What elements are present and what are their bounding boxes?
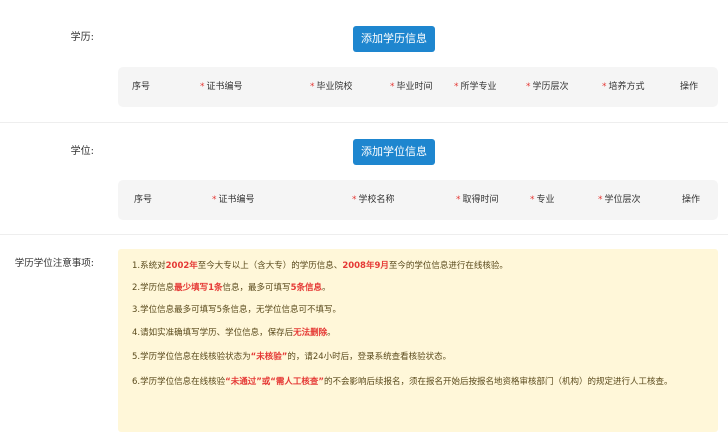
degree-col-obtained-date: * 取得时间 — [456, 195, 499, 205]
add-degree-button[interactable]: 添加学位信息 — [353, 139, 435, 165]
notice-box: 1.系统对2002年至今大专以上（含大专）的学历信息、2008年9月至今的学位信… — [118, 249, 718, 432]
education-label: 学历: — [70, 32, 94, 43]
notice-item-6: 6.学历学位信息在线核验“未通过”或“需人工核查”的不会影响后续报名，须在报名开… — [132, 377, 673, 387]
education-col-index: 序号 — [132, 82, 151, 92]
education-col-actions: 操作 — [680, 82, 699, 92]
degree-col-actions: 操作 — [682, 195, 701, 205]
education-col-training-mode: * 培养方式 — [602, 82, 645, 92]
notice-label: 学历学位注意事项: — [14, 258, 94, 269]
degree-col-school-name: * 学校名称 — [352, 195, 395, 205]
education-col-school: * 毕业院校 — [310, 82, 353, 92]
education-table-header: 序号 * 证书编号 * 毕业院校 * 毕业时间 * 所学专业 * 学历层次 * 培养方式 操… — [118, 67, 718, 107]
education-col-graduation-date: * 毕业时间 — [390, 82, 433, 92]
section-divider-2 — [0, 234, 728, 235]
education-col-level: * 学历层次 — [526, 82, 569, 92]
notice-item-2: 2.学历信息最少填写1条信息，最多可填写5条信息。 — [132, 283, 331, 293]
education-col-major: * 所学专业 — [454, 82, 497, 92]
degree-table-header: 序号 * 证书编号 * 学校名称 * 取得时间 * 专业 * 学位层次 操作 — [118, 180, 718, 220]
section-divider — [0, 122, 728, 123]
degree-col-index: 序号 — [134, 195, 153, 205]
notice-item-3: 3.学位信息最多可填写5条信息，无学位信息可不填写。 — [132, 305, 342, 315]
education-col-certificate-number: * 证书编号 — [200, 82, 243, 92]
notice-item-1: 1.系统对2002年至今大专以上（含大专）的学历信息、2008年9月至今的学位信… — [132, 261, 508, 271]
degree-col-certificate-number: * 证书编号 — [212, 195, 255, 205]
degree-col-level: * 学位层次 — [598, 195, 641, 205]
notice-item-5: 5.学历学位信息在线核验状态为“未核验”的，请24小时后，登录系统查看核验状态。 — [132, 352, 452, 362]
degree-label: 学位: — [70, 146, 94, 157]
degree-col-major: * 专业 — [530, 195, 555, 205]
add-education-button[interactable]: 添加学历信息 — [353, 26, 435, 52]
notice-item-4: 4.请如实准确填写学历、学位信息，保存后无法删除。 — [132, 328, 336, 338]
